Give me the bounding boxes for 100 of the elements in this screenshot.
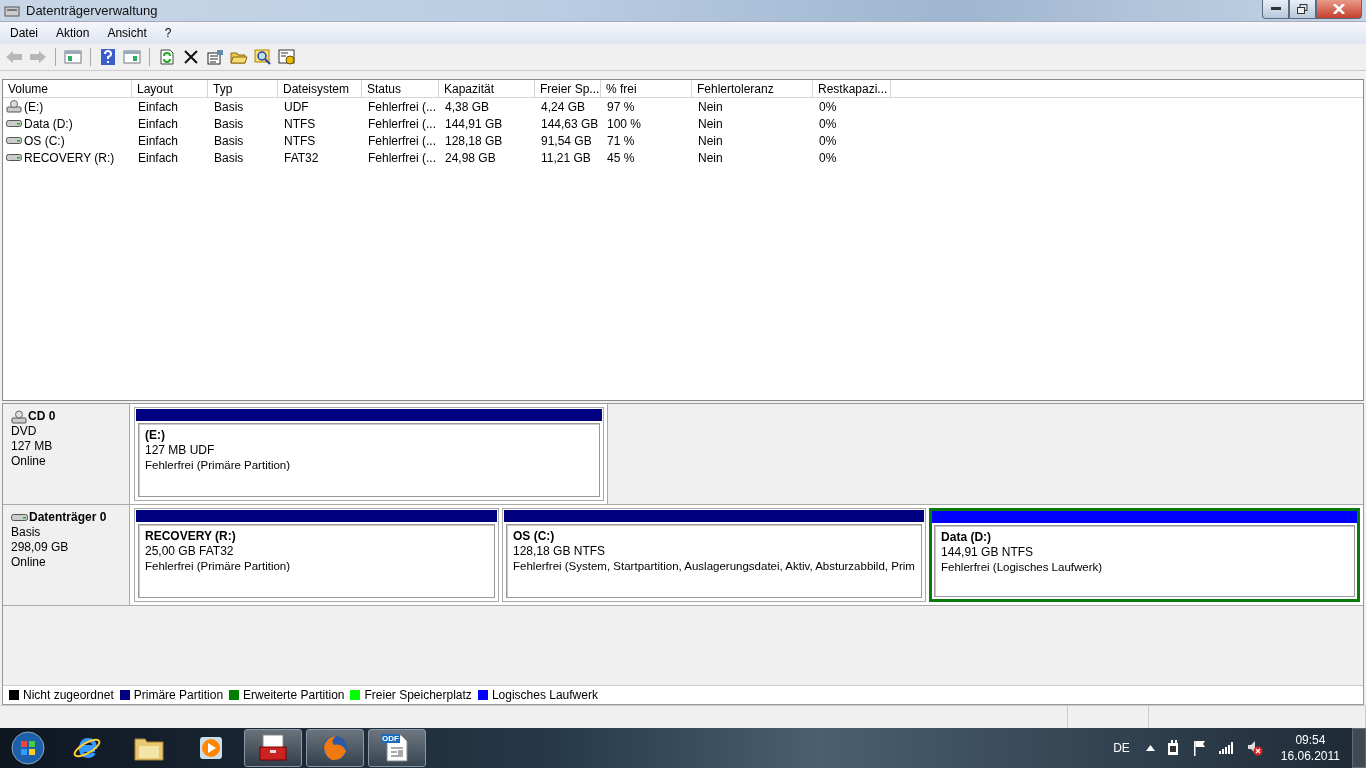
table-cell-text: 128,18 GB xyxy=(444,133,504,148)
menu-item[interactable]: Datei xyxy=(0,26,46,40)
disk-type: DVD xyxy=(11,424,38,439)
column-header[interactable]: Layout xyxy=(132,80,208,97)
table-cell-text: 0% xyxy=(818,133,838,148)
close-icon xyxy=(1333,4,1345,14)
toolbox-icon xyxy=(257,733,289,763)
table-cell-text: 0% xyxy=(818,99,838,114)
table-cell-text: Einfach xyxy=(137,116,180,131)
table-cell-text: 24,98 GB xyxy=(444,150,497,165)
flag-icon[interactable] xyxy=(1192,740,1207,756)
legend-label: Nicht zugeordnet xyxy=(23,688,114,702)
table-cell: OS (C:) xyxy=(24,133,65,148)
partition-block[interactable]: Data (D:) 144,91 GB NTFS Fehlerfrei (Logisches Laufwerk) xyxy=(929,508,1360,602)
table-cell-text: 0% xyxy=(818,116,838,131)
speaker-muted-icon[interactable] xyxy=(1246,740,1263,756)
partition-status: Fehlerfrei (Logisches Laufwerk) xyxy=(941,560,1104,575)
menu-item[interactable]: Ansicht xyxy=(97,26,155,40)
up-triangle-icon[interactable] xyxy=(1145,745,1155,751)
column-header[interactable]: Status xyxy=(362,80,439,97)
properties-button[interactable] xyxy=(205,48,225,66)
table-cell-text: 4,24 GB xyxy=(540,99,587,114)
table-cell: Data (D:) xyxy=(24,116,73,131)
partition-status: Fehlerfrei (Primäre Partition) xyxy=(145,458,292,473)
delete-button[interactable] xyxy=(181,48,201,66)
menu-item[interactable]: ? xyxy=(154,26,180,40)
power-plug-icon[interactable] xyxy=(1166,740,1181,756)
partition-size: 25,00 GB FAT32 xyxy=(145,544,235,559)
clock[interactable]: 09:54 16.06.2011 xyxy=(1280,732,1340,764)
restore-icon xyxy=(1297,4,1308,14)
disk-size: 298,09 GB xyxy=(11,540,70,555)
globe-fox-button[interactable] xyxy=(306,729,364,767)
table-cell-text: 0% xyxy=(818,150,838,165)
table-cell-text: Basis xyxy=(213,150,245,165)
table-cell-text: Einfach xyxy=(137,99,180,114)
disk-name: Datenträger 0 xyxy=(29,510,107,525)
fox-globe-icon xyxy=(320,733,350,763)
help-button[interactable] xyxy=(98,48,118,66)
table-cell-text: Nein xyxy=(697,133,724,148)
table-cell-text: Basis xyxy=(213,116,245,131)
hard-drive-icon xyxy=(6,136,22,145)
table-cell-text: NTFS xyxy=(283,116,317,131)
close-button[interactable] xyxy=(1316,0,1362,19)
minimize-button[interactable] xyxy=(1262,0,1289,19)
table-cell-text: 45 % xyxy=(606,150,636,165)
column-header[interactable]: Volume xyxy=(3,80,132,97)
show-pane-button[interactable] xyxy=(122,48,142,66)
table-cell-text: Basis xyxy=(213,133,245,148)
table-cell-text: 4,38 GB xyxy=(444,99,491,114)
table-cell-text: Fehlerfrei (... xyxy=(367,99,437,114)
settings-button[interactable] xyxy=(277,48,297,66)
table-cell-text: Nein xyxy=(697,99,724,114)
table-cell-text: NTFS xyxy=(283,133,317,148)
menu-item[interactable]: Aktion xyxy=(46,26,98,40)
column-header[interactable]: Freier Sp... xyxy=(535,80,601,97)
table-cell-text: Fehlerfrei (... xyxy=(367,150,437,165)
column-header[interactable]: Fehlertoleranz xyxy=(692,80,813,97)
table-cell-text: Einfach xyxy=(137,133,180,148)
table-cell-text: Basis xyxy=(213,99,245,114)
partition-name: (E:) xyxy=(145,428,166,443)
legend-label: Logisches Laufwerk xyxy=(491,688,598,702)
disk-drive-icon xyxy=(4,3,20,18)
partition-name: OS (C:) xyxy=(513,529,556,544)
legend-label: Primäre Partition xyxy=(133,688,224,702)
window-title: Datenträgerverwaltung xyxy=(26,3,158,18)
column-header[interactable]: Dateisystem xyxy=(278,80,362,97)
column-header[interactable]: Typ xyxy=(208,80,278,97)
document-button[interactable]: ODF xyxy=(368,729,426,767)
table-cell: (E:) xyxy=(24,99,44,114)
partition-name: RECOVERY (R:) xyxy=(145,529,237,544)
cd-drive-icon xyxy=(11,409,27,424)
column-header[interactable]: Restkapazi... xyxy=(813,80,891,97)
partition-size: 127 MB UDF xyxy=(145,443,216,458)
table-cell-text: 11,21 GB xyxy=(540,150,592,165)
minimize-icon xyxy=(1270,7,1281,11)
column-header[interactable]: Kapazität xyxy=(439,80,535,97)
table-cell-text: 144,91 GB xyxy=(444,116,504,131)
table-cell-text: Fehlerfrei (... xyxy=(367,133,437,148)
disk-state: Online xyxy=(11,454,47,469)
table-cell-text: 97 % xyxy=(606,99,636,114)
show-tree-button[interactable] xyxy=(63,48,83,66)
disk-type: Basis xyxy=(11,525,42,540)
table-cell-text: Nein xyxy=(697,150,724,165)
column-header[interactable]: % frei xyxy=(601,80,692,97)
table-cell-text: 91,54 GB xyxy=(540,133,593,148)
table-cell-text: 144,63 GB xyxy=(540,116,600,131)
partition-name: Data (D:) xyxy=(941,530,993,545)
partition-block[interactable]: OS (C:) 128,18 GB NTFS Fehlerfrei (System, Startpartition, Auslagerungsdatei, Aktiv, Absturzabbild, Prim xyxy=(502,508,927,602)
cd-drive-icon xyxy=(6,100,22,113)
table-cell-text: 71 % xyxy=(606,133,636,148)
partition-block[interactable]: (E:) 127 MB UDF Fehlerfrei (Primäre Partition) xyxy=(134,407,604,501)
signal-bars-icon[interactable] xyxy=(1218,742,1235,754)
table-cell-text: UDF xyxy=(283,99,310,114)
language-indicator[interactable]: DE xyxy=(1113,741,1130,755)
restore-button[interactable] xyxy=(1289,0,1316,19)
partition-status: Fehlerfrei (Primäre Partition) xyxy=(145,559,292,574)
search-button[interactable] xyxy=(253,48,273,66)
partition-size: 144,91 GB NTFS xyxy=(941,545,1035,560)
partition-block[interactable]: RECOVERY (R:) 25,00 GB FAT32 Fehlerfrei (Primäre Partition) xyxy=(134,508,499,602)
toolbox-button[interactable] xyxy=(244,729,302,767)
